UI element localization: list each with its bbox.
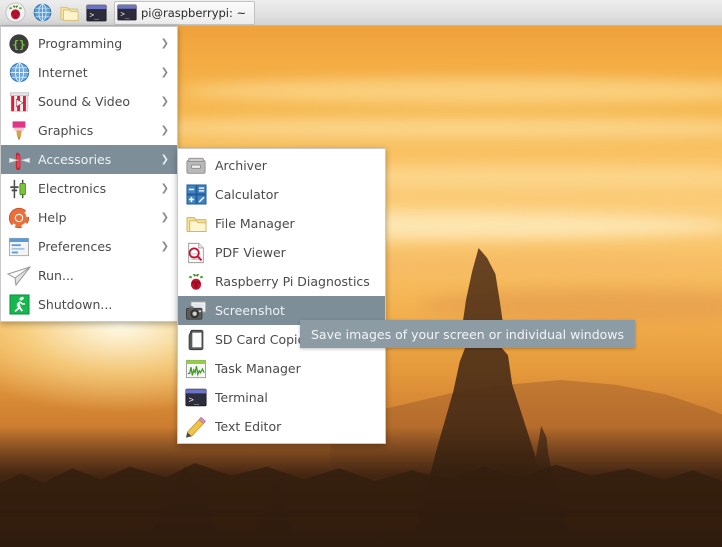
- menu-item-label: Internet: [38, 65, 88, 80]
- foreground-shadow: [0, 427, 722, 547]
- chevron-right-icon: ❯: [160, 241, 169, 252]
- chevron-right-icon: ❯: [160, 67, 169, 78]
- chevron-right-icon: ❯: [160, 125, 169, 136]
- chevron-right-icon: ❯: [160, 212, 169, 223]
- menu-item-label: Run...: [38, 268, 74, 283]
- submenu-item-archiver[interactable]: Archiver: [178, 151, 385, 180]
- submenu-item-calculator[interactable]: Calculator: [178, 180, 385, 209]
- svg-text:>_: >_: [120, 10, 130, 19]
- svg-text:>_: >_: [189, 396, 200, 406]
- menu-item-label: Preferences: [38, 239, 112, 254]
- chevron-right-icon: ❯: [160, 154, 169, 165]
- raspberry-icon: [184, 270, 208, 294]
- raspberry-menu-icon[interactable]: [2, 1, 28, 25]
- menu-item-programming[interactable]: {} Programming ❯: [1, 29, 177, 58]
- accessories-submenu: Archiver Calculator File Manager PDF Vie…: [177, 148, 386, 444]
- menu-item-graphics[interactable]: Graphics ❯: [1, 116, 177, 145]
- menu-item-shutdown[interactable]: Shutdown...: [1, 290, 177, 319]
- cloud-band: [120, 118, 722, 138]
- menu-item-internet[interactable]: Internet ❯: [1, 58, 177, 87]
- main-application-menu: {} Programming ❯ Internet ❯ Sound & Vide…: [0, 26, 178, 322]
- preferences-icon: [7, 235, 31, 259]
- submenu-item-label: Archiver: [215, 158, 267, 173]
- menu-item-label: Help: [38, 210, 67, 225]
- pdf-icon: [184, 241, 208, 265]
- graphics-icon: [7, 119, 31, 143]
- terminal-icon[interactable]: >_: [83, 1, 109, 25]
- folder-icon: [184, 212, 208, 236]
- chevron-right-icon: ❯: [160, 183, 169, 194]
- chevron-right-icon: ❯: [160, 38, 169, 49]
- menu-item-sound-and-video[interactable]: Sound & Video ❯: [1, 87, 177, 116]
- terminal-icon: >_: [184, 386, 208, 410]
- cloud-band: [180, 78, 722, 104]
- submenu-item-label: Screenshot: [215, 303, 285, 318]
- submenu-item-label: PDF Viewer: [215, 245, 286, 260]
- shutdown-icon: [7, 293, 31, 317]
- menu-item-label: Sound & Video: [38, 94, 131, 109]
- tooltip-text: Save images of your screen or individual…: [311, 326, 625, 342]
- menu-item-label: Graphics: [38, 123, 94, 138]
- submenu-item-text-editor[interactable]: Text Editor: [178, 412, 385, 441]
- electronics-icon: [7, 177, 31, 201]
- submenu-item-task-manager[interactable]: Task Manager: [178, 354, 385, 383]
- accessories-icon: [7, 148, 31, 172]
- web-browser-icon[interactable]: [29, 1, 55, 25]
- submenu-item-label: File Manager: [215, 216, 295, 231]
- calculator-icon: [184, 183, 208, 207]
- taskbar-window-title: pi@raspberrypi: ~: [141, 5, 247, 20]
- submenu-item-label: Raspberry Pi Diagnostics: [215, 274, 370, 289]
- submenu-item-pdf-viewer[interactable]: PDF Viewer: [178, 238, 385, 267]
- programming-icon: {}: [7, 32, 31, 56]
- pencil-icon: [184, 415, 208, 439]
- menu-item-electronics[interactable]: Electronics ❯: [1, 174, 177, 203]
- submenu-item-raspberry-pi-diagnostics[interactable]: Raspberry Pi Diagnostics: [178, 267, 385, 296]
- menu-item-accessories[interactable]: Accessories ❯: [1, 145, 177, 174]
- menu-item-label: Electronics: [38, 181, 107, 196]
- run-icon: [7, 264, 31, 288]
- submenu-item-terminal[interactable]: >_ Terminal: [178, 383, 385, 412]
- svg-text:{}: {}: [12, 38, 25, 51]
- menu-item-preferences[interactable]: Preferences ❯: [1, 232, 177, 261]
- taskbar: >_ >_ pi@raspberrypi: ~: [0, 0, 722, 26]
- desktop-screen: >_ >_ pi@raspberrypi: ~ {} Programming ❯: [0, 0, 722, 547]
- svg-text:>_: >_: [89, 10, 99, 19]
- submenu-item-label: Calculator: [215, 187, 279, 202]
- help-icon: [7, 206, 31, 230]
- file-manager-icon[interactable]: [56, 1, 82, 25]
- camera-icon: [184, 299, 208, 323]
- archiver-icon: [184, 154, 208, 178]
- task-manager-icon: [184, 357, 208, 381]
- menu-item-label: Shutdown...: [38, 297, 113, 312]
- menu-item-help[interactable]: Help ❯: [1, 203, 177, 232]
- sound-video-icon: [7, 90, 31, 114]
- submenu-item-label: Terminal: [215, 390, 268, 405]
- submenu-item-label: Task Manager: [215, 361, 301, 376]
- internet-icon: [7, 61, 31, 85]
- chevron-right-icon: ❯: [160, 96, 169, 107]
- menu-item-label: Accessories: [38, 152, 112, 167]
- submenu-item-file-manager[interactable]: File Manager: [178, 209, 385, 238]
- menu-item-run[interactable]: Run...: [1, 261, 177, 290]
- tooltip: Save images of your screen or individual…: [300, 320, 636, 348]
- taskbar-window-button[interactable]: >_ pi@raspberrypi: ~: [114, 0, 256, 25]
- terminal-icon: >_: [117, 4, 137, 21]
- submenu-item-label: Text Editor: [215, 419, 282, 434]
- sdcard-icon: [184, 328, 208, 352]
- menu-item-label: Programming: [38, 36, 123, 51]
